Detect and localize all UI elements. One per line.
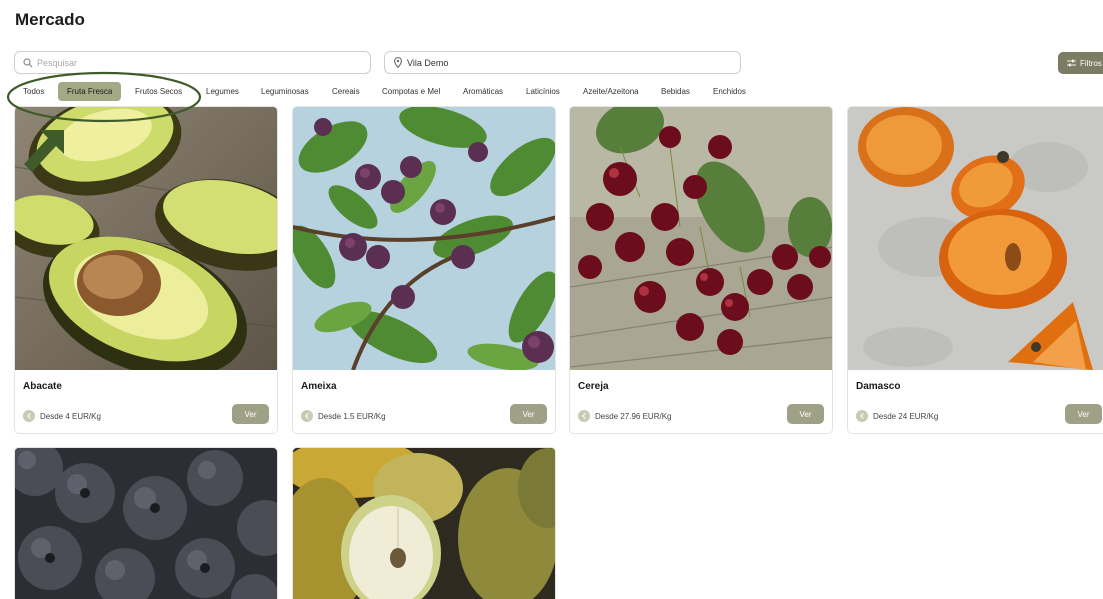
tab-legumes[interactable]: Legumes (206, 82, 239, 101)
product-price: Desde 24 EUR/Kg (856, 410, 938, 422)
tab-bebidas[interactable]: Bebidas (661, 82, 690, 101)
product-card-blueberry[interactable] (14, 447, 278, 599)
sliders-icon (1067, 59, 1076, 67)
search-input[interactable] (37, 57, 337, 68)
tab-leguminosas[interactable]: Leguminosas (261, 82, 309, 101)
product-card-ameixa[interactable]: Ameixa Desde 1.5 EUR/Kg Ver (292, 106, 556, 434)
product-name: Ameixa (301, 381, 337, 392)
search-box[interactable] (14, 51, 371, 74)
view-button[interactable]: Ver (232, 404, 269, 424)
check-icon (23, 410, 35, 422)
product-card-damasco[interactable]: Damasco Desde 24 EUR/Kg Ver (847, 106, 1103, 434)
tab-compotas-e-mel[interactable]: Compotas e Mel (382, 82, 440, 101)
product-image-blueberry (15, 448, 277, 599)
page-title: Mercado (15, 10, 85, 29)
product-card-cereja[interactable]: Cereja Desde 27.96 EUR/Kg Ver (569, 106, 833, 434)
annotation-arrow-icon (24, 130, 64, 172)
product-name: Damasco (856, 381, 901, 392)
location-pin-icon (394, 57, 402, 68)
product-image-damasco (848, 107, 1103, 370)
product-card-pear[interactable] (292, 447, 556, 599)
tab-azeite-azeitona[interactable]: Azeite/Azeitona (583, 82, 639, 101)
product-price: Desde 4 EUR/Kg (23, 410, 101, 422)
view-button[interactable]: Ver (510, 404, 547, 424)
product-name: Abacate (23, 381, 62, 392)
product-price-text: Desde 24 EUR/Kg (873, 411, 939, 421)
product-price-text: Desde 27.96 EUR/Kg (595, 411, 672, 421)
product-price: Desde 27.96 EUR/Kg (578, 410, 672, 422)
view-button[interactable]: Ver (787, 404, 824, 424)
tab-laticinios[interactable]: Laticínios (526, 82, 560, 101)
location-field[interactable]: Vila Demo (384, 51, 741, 74)
product-price-text: Desde 1.5 EUR/Kg (318, 411, 386, 421)
category-tabs: Todos Fruta Fresca Frutos Secos Legumes … (0, 82, 1103, 101)
check-icon (578, 410, 590, 422)
check-icon (301, 410, 313, 422)
location-value: Vila Demo (407, 57, 449, 68)
product-image-pear (293, 448, 555, 599)
tab-fruta-fresca[interactable]: Fruta Fresca (58, 82, 122, 101)
tab-enchidos[interactable]: Enchidos (713, 82, 746, 101)
product-price: Desde 1.5 EUR/Kg (301, 410, 386, 422)
tab-aromaticas[interactable]: Aromáticas (463, 82, 503, 101)
search-icon (23, 57, 33, 67)
view-button[interactable]: Ver (1065, 404, 1102, 424)
product-image-ameixa (293, 107, 555, 370)
tab-cereais[interactable]: Cereais (332, 82, 360, 101)
product-name: Cereja (578, 381, 609, 392)
product-image-cereja (570, 107, 832, 370)
filters-label: Filtros (1080, 58, 1102, 68)
tab-todos[interactable]: Todos (23, 82, 44, 101)
check-icon (856, 410, 868, 422)
tab-frutos-secos[interactable]: Frutos Secos (135, 82, 182, 101)
filters-button[interactable]: Filtros (1058, 52, 1103, 74)
product-price-text: Desde 4 EUR/Kg (40, 411, 101, 421)
